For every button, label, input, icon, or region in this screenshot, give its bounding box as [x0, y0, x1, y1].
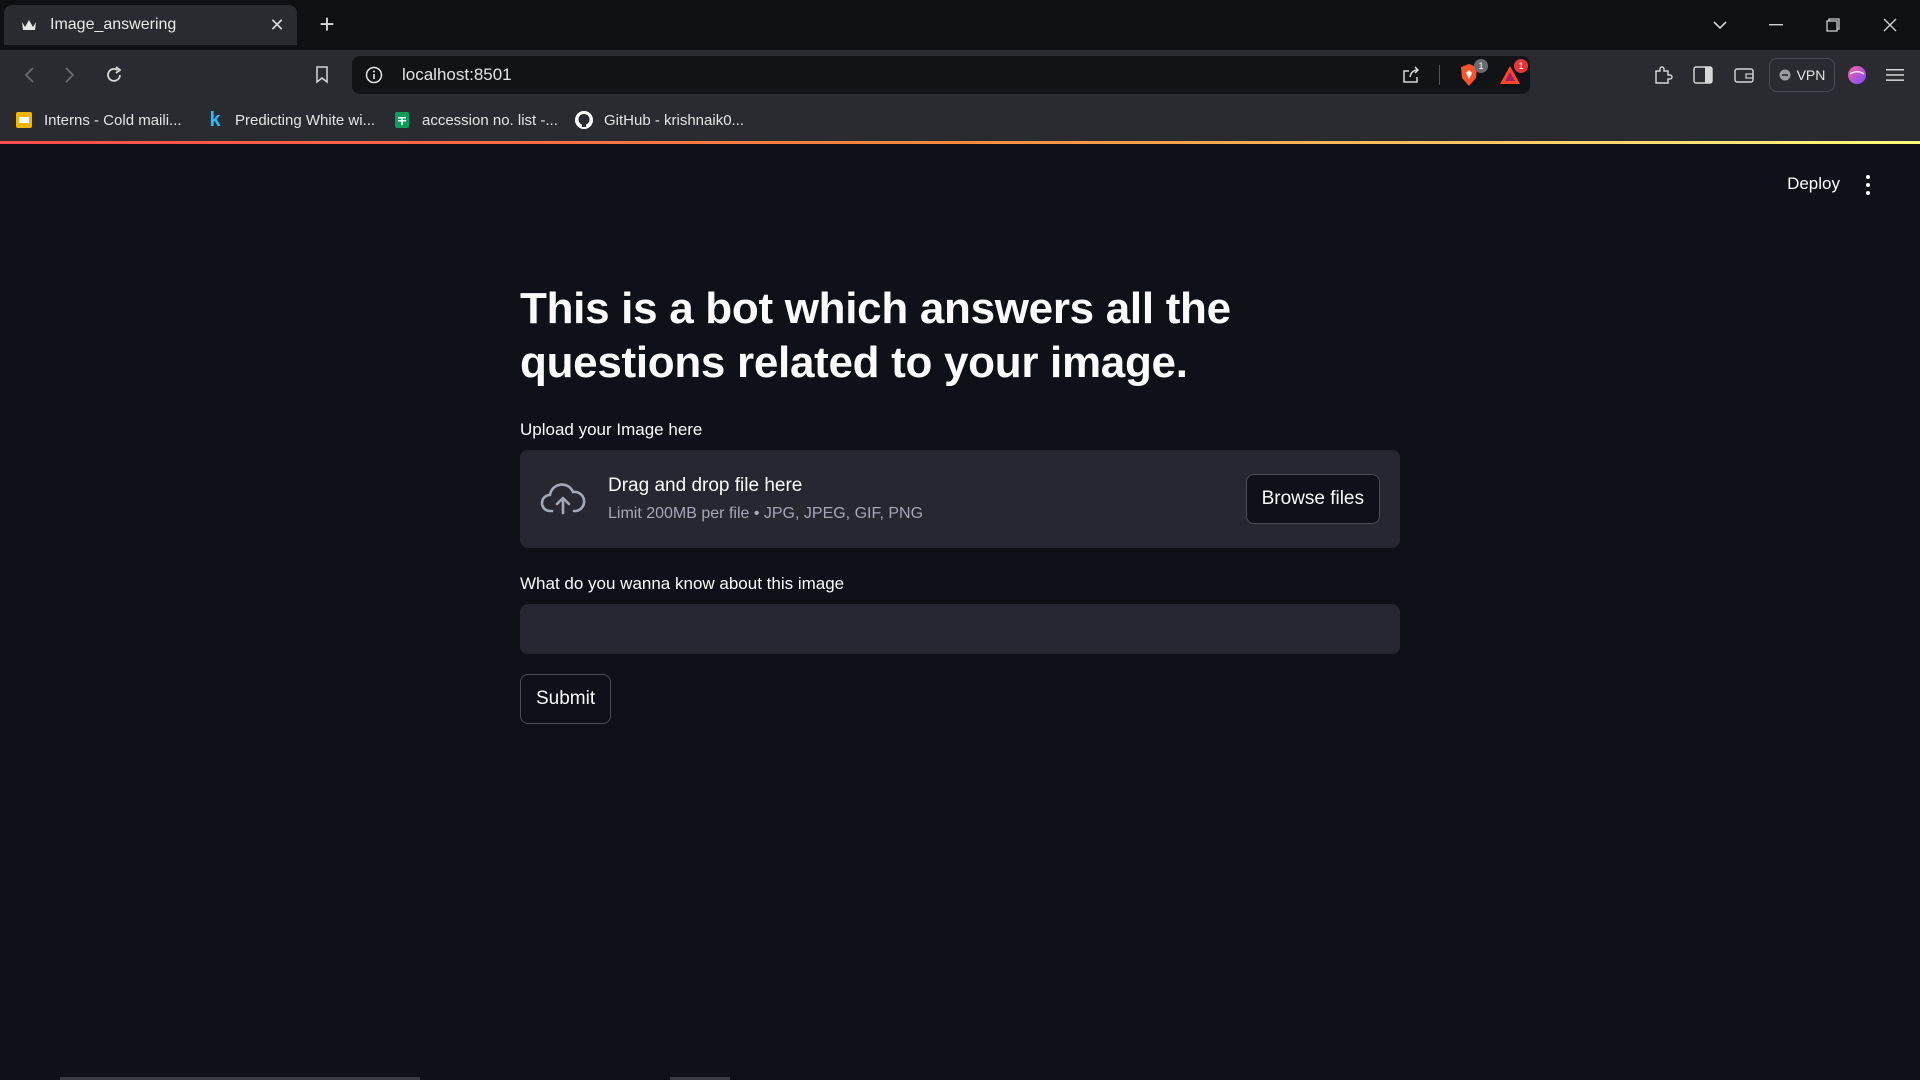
kaggle-icon: k — [209, 108, 221, 131]
cloud-upload-icon — [540, 479, 586, 519]
close-tab-icon[interactable]: ✕ — [267, 15, 287, 35]
brave-rewards-icon[interactable]: 1 — [1498, 59, 1528, 86]
bookmark-item-interns[interactable]: Interns - Cold maili... — [14, 108, 182, 132]
url-divider — [1439, 65, 1440, 85]
bookmark-label: accession no. list -... — [422, 111, 558, 129]
dropzone-instructions: Drag and drop file here Limit 200MB per … — [608, 475, 923, 523]
site-info-icon[interactable] — [362, 63, 386, 87]
bookmark-item-predicting[interactable]: k Predicting White wi... — [205, 108, 375, 132]
streamlit-crown-icon — [20, 16, 38, 34]
tab-bar: Image_answering ✕ + — [0, 0, 1920, 50]
bookmark-item-github[interactable]: GitHub - krishnaik0... — [574, 108, 744, 132]
submit-button[interactable]: Submit — [520, 674, 612, 724]
sheets-icon — [392, 110, 412, 130]
bookmark-icon[interactable] — [307, 60, 337, 90]
share-icon[interactable] — [1401, 65, 1421, 85]
upload-label: Upload your Image here — [520, 420, 703, 439]
menu-icon[interactable] — [1880, 60, 1910, 90]
question-label: What do you wanna know about this image — [520, 574, 845, 593]
sidebar-toggle-icon[interactable] — [1688, 60, 1718, 90]
vpn-label: VPN — [1796, 67, 1826, 83]
extensions-icon[interactable] — [1648, 60, 1678, 90]
bookmark-item-accession[interactable]: accession no. list -... — [392, 108, 558, 132]
main-menu-icon[interactable] — [1856, 172, 1880, 198]
address-bar[interactable]: localhost:8501 1 1 — [352, 56, 1530, 94]
brave-shield-icon[interactable]: 1 — [1458, 59, 1488, 87]
browser-tab[interactable]: Image_answering ✕ — [4, 5, 297, 45]
leo-ai-icon[interactable] — [1842, 60, 1872, 90]
new-tab-button[interactable]: + — [314, 11, 340, 38]
bookmark-label: Interns - Cold maili... — [44, 111, 182, 129]
bookmark-label: Predicting White wi... — [235, 111, 376, 129]
browser-toolbar: localhost:8501 1 1 VPN — [0, 50, 1920, 100]
back-icon[interactable] — [14, 60, 44, 90]
slides-icon — [14, 110, 34, 130]
question-input[interactable] — [520, 604, 1400, 654]
minimize-icon[interactable] — [1756, 10, 1796, 40]
bookmarks-bar: Interns - Cold maili... k Predicting Whi… — [0, 100, 1920, 141]
vpn-button[interactable]: VPN — [1769, 58, 1835, 92]
url-text: localhost:8501 — [402, 65, 512, 84]
drag-drop-text: Drag and drop file here — [608, 475, 803, 496]
file-dropzone[interactable]: Drag and drop file here Limit 200MB per … — [520, 450, 1400, 548]
bookmark-label: GitHub - krishnaik0... — [604, 111, 745, 129]
shield-badge: 1 — [1474, 59, 1488, 73]
page-title: This is a bot which answers all the ques… — [520, 284, 1231, 387]
github-icon — [574, 110, 594, 130]
forward-icon[interactable] — [55, 60, 85, 90]
close-window-icon[interactable] — [1870, 10, 1910, 40]
file-limit-text: Limit 200MB per file • JPG, JPEG, GIF, P… — [608, 505, 924, 522]
browse-files-button[interactable]: Browse files — [1245, 474, 1380, 524]
restore-icon[interactable] — [1813, 10, 1853, 40]
wallet-icon[interactable] — [1729, 60, 1759, 90]
vpn-status-icon — [1779, 69, 1791, 81]
deploy-button[interactable]: Deploy — [1787, 174, 1840, 194]
rewards-badge: 1 — [1514, 59, 1528, 73]
main-block: This is a bot which answers all the ques… — [520, 282, 1400, 724]
streamlit-app: Deploy This is a bot which answers all t… — [0, 144, 1920, 1080]
tab-title: Image_answering — [50, 16, 177, 33]
tab-search-chevron-icon[interactable] — [1700, 10, 1740, 40]
reload-icon[interactable] — [99, 60, 129, 90]
